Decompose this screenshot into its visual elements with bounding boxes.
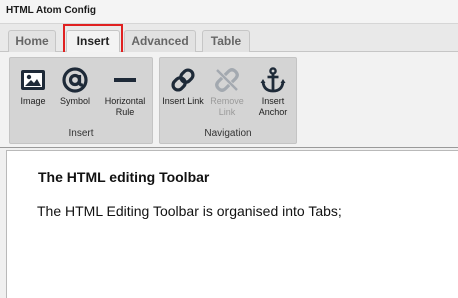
ribbon-group-insert: Image Symbol Horizontal Rule Insert xyxy=(9,57,153,144)
remove-link-button-label: Remove Link xyxy=(210,96,244,117)
tab-home[interactable]: Home xyxy=(8,30,56,52)
window-title: HTML Atom Config xyxy=(6,5,96,16)
anchor-icon xyxy=(260,67,286,93)
unlink-icon xyxy=(215,68,239,92)
ribbon-panel: Image Symbol Horizontal Rule Insert Inse… xyxy=(0,52,458,148)
ribbon-group-navigation: Insert Link Remove Link Insert Anchor Na… xyxy=(159,57,297,144)
insert-link-button[interactable]: Insert Link xyxy=(160,60,206,122)
title-bar: HTML Atom Config xyxy=(0,0,458,24)
insert-anchor-button-label: Insert Anchor xyxy=(258,96,288,117)
tab-advanced[interactable]: Advanced xyxy=(124,30,196,52)
editor-content-area[interactable]: The HTML editing Toolbar The HTML Editin… xyxy=(6,150,458,298)
horizontal-rule-button[interactable]: Horizontal Rule xyxy=(102,60,148,122)
tab-insert[interactable]: Insert xyxy=(66,30,120,54)
html-atom-config-window: HTML Atom Config Home Insert Advanced Ta… xyxy=(0,0,458,298)
horizontal-rule-button-label: Horizontal Rule xyxy=(104,96,146,117)
ribbon-group-insert-label: Insert xyxy=(68,128,94,139)
editor-heading: The HTML editing Toolbar xyxy=(38,169,210,185)
horizontal-rule-icon xyxy=(114,78,136,82)
insert-anchor-button[interactable]: Insert Anchor xyxy=(250,60,296,122)
ribbon-group-navigation-label: Navigation xyxy=(204,128,252,139)
remove-link-button[interactable]: Remove Link xyxy=(204,60,250,122)
editor-paragraph: The HTML Editing Toolbar is organised in… xyxy=(37,203,342,219)
symbol-button[interactable]: Symbol xyxy=(52,60,98,122)
image-icon xyxy=(21,70,45,90)
image-button-label: Image xyxy=(20,96,46,106)
image-button[interactable]: Image xyxy=(10,60,56,122)
tab-table[interactable]: Table xyxy=(202,30,250,52)
insert-link-button-label: Insert Link xyxy=(162,96,204,106)
link-icon xyxy=(171,68,195,92)
at-symbol-icon xyxy=(62,67,88,93)
symbol-button-label: Symbol xyxy=(59,96,90,106)
ribbon-tab-bar: Home Insert Advanced Table xyxy=(0,24,458,54)
